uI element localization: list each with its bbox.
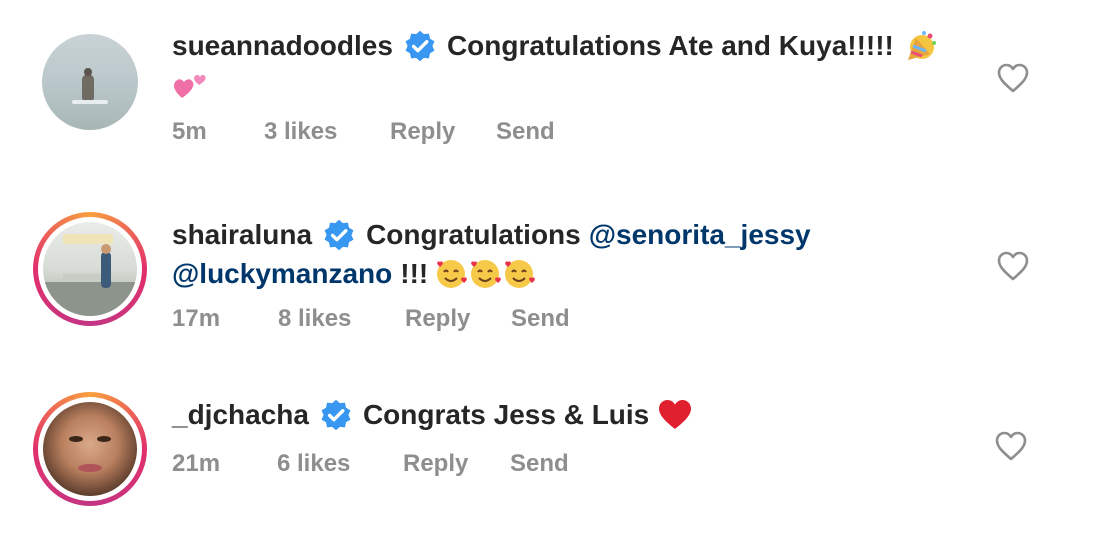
send-button[interactable]: Send	[496, 117, 555, 147]
reply-button[interactable]: Reply	[403, 449, 468, 479]
comment-time: 5m	[172, 118, 207, 145]
comment-time: 21m	[172, 450, 221, 477]
comment-meta: 21m 6 likes Reply Send	[172, 449, 592, 479]
send-button[interactable]: Send	[510, 449, 569, 479]
reply-button[interactable]: Reply	[390, 117, 455, 147]
comment-text: Congratulations	[366, 219, 581, 250]
comment-line: _djchacha Congrats Jess & Luis	[172, 397, 693, 433]
comment-time: 17m	[172, 305, 221, 332]
avatar-image	[43, 222, 137, 316]
send-button[interactable]: Send	[511, 304, 570, 334]
comment-username[interactable]: _djchacha	[172, 397, 309, 433]
avatar[interactable]	[42, 34, 138, 130]
red-heart-emoji	[659, 400, 692, 429]
smiling-face-with-hearts-emoji	[434, 257, 540, 291]
avatar[interactable]	[33, 212, 147, 326]
comment-line-2	[172, 70, 210, 100]
party-popper-emoji	[907, 31, 936, 60]
comment-item: _djchacha Congrats Jess & Luis 21m 6 lik…	[0, 360, 1120, 560]
avatar-image	[43, 402, 137, 496]
comment-username[interactable]: sueannadoodles	[172, 28, 393, 64]
comment-item: sueannadoodles Congratulations Ate and K…	[0, 0, 1120, 180]
comment-likes[interactable]: 8 likes	[278, 304, 351, 334]
comment-text: Congrats Jess & Luis	[362, 399, 650, 430]
comment-line-2: @luckymanzano !!!	[172, 256, 540, 292]
comment-line: sueannadoodles Congratulations Ate and K…	[172, 28, 938, 64]
reply-button[interactable]: Reply	[405, 304, 470, 334]
comment-item: shairaluna Congratulations @senorita_jes…	[0, 180, 1120, 360]
avatar-image	[42, 34, 138, 130]
heart-outline-icon[interactable]	[996, 250, 1030, 282]
mention-link[interactable]: @senorita_jessy	[589, 217, 811, 253]
heart-outline-icon[interactable]	[996, 62, 1030, 94]
comment-username[interactable]: shairaluna	[172, 217, 312, 253]
heart-outline-icon[interactable]	[994, 430, 1028, 462]
comment-line: shairaluna Congratulations @senorita_jes…	[172, 217, 811, 253]
avatar[interactable]	[33, 392, 147, 506]
verified-badge-icon	[321, 399, 351, 431]
comment-text-end: !!!	[400, 258, 429, 289]
two-hearts-emoji	[174, 74, 206, 98]
comment-likes[interactable]: 3 likes	[264, 117, 337, 147]
verified-badge-icon	[405, 30, 435, 62]
comment-meta: 17m 8 likes Reply Send	[172, 304, 592, 334]
comment-meta: 5m 3 likes Reply Send	[172, 117, 592, 147]
verified-badge-icon	[324, 219, 354, 251]
comment-text: Congratulations Ate and Kuya!!!!!	[446, 30, 894, 61]
mention-link[interactable]: @luckymanzano	[172, 256, 392, 292]
comment-likes[interactable]: 6 likes	[277, 449, 350, 479]
